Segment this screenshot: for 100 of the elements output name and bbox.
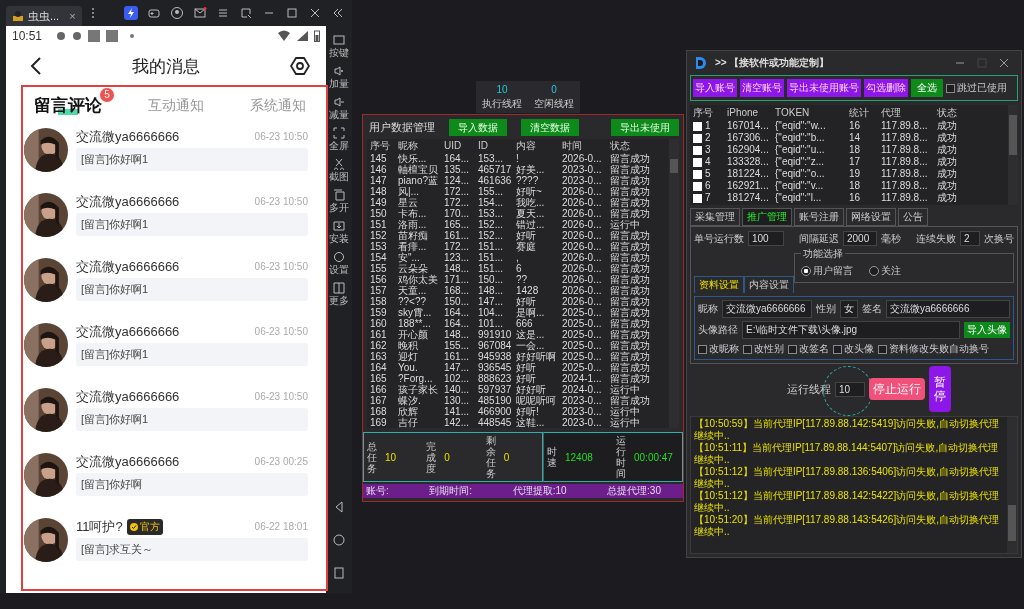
close-icon[interactable]	[997, 56, 1011, 70]
table-cell-text: 好听	[516, 373, 537, 384]
sidebar-tool[interactable]: 加量	[329, 65, 349, 89]
column-header[interactable]: ID	[478, 139, 516, 153]
input-field[interactable]: E:\临时文件下载\头像.jpg	[742, 321, 960, 339]
input-field[interactable]: 2	[960, 231, 980, 246]
row-checkbox[interactable]	[693, 157, 702, 167]
row-checkbox[interactable]	[693, 181, 702, 191]
column-header[interactable]: 内容	[516, 139, 562, 153]
input-field[interactable]: 100	[748, 231, 784, 246]
checkbox-label: 改签名	[799, 342, 829, 356]
row-checkbox[interactable]	[693, 145, 702, 155]
sidebar-tool[interactable]: 更多	[329, 282, 349, 306]
settings-icon[interactable]	[290, 56, 310, 76]
more-icon[interactable]	[90, 7, 95, 19]
checkbox[interactable]	[878, 344, 887, 354]
row-checkbox[interactable]	[693, 133, 702, 143]
maximize-icon[interactable]	[284, 6, 299, 20]
action-button[interactable]: 导入账号	[693, 79, 737, 97]
column-header[interactable]: iPhone	[727, 105, 775, 120]
radio-button[interactable]	[869, 266, 879, 276]
radio-button[interactable]	[801, 266, 811, 276]
column-header[interactable]: UID	[444, 139, 478, 153]
column-header[interactable]: 状态	[610, 139, 656, 153]
action-button[interactable]: 勾选删除	[864, 79, 908, 97]
back-icon[interactable]	[30, 56, 42, 76]
emulator-tab[interactable]: 虫虫... ×	[6, 6, 82, 26]
field-label: 运行线程	[787, 381, 831, 397]
checkbox[interactable]	[833, 344, 842, 354]
screenshot-icon[interactable]	[238, 6, 253, 20]
home-nav-icon[interactable]	[333, 534, 345, 546]
table-cell-text: 163	[369, 351, 388, 362]
close-tab-button[interactable]: ×	[69, 10, 76, 22]
user-icon[interactable]	[169, 6, 184, 20]
settings-tab[interactable]: 账号注册	[794, 208, 844, 226]
column-header[interactable]: 昵称	[398, 139, 444, 153]
table-cell-text: 151	[369, 219, 388, 230]
action-button[interactable]: 导出未使用账号	[787, 79, 861, 97]
column-header[interactable]: TOKEN	[775, 105, 849, 120]
column-header[interactable]: 状态	[937, 105, 977, 120]
unit-label: 毫秒	[881, 231, 901, 246]
back-nav-icon[interactable]	[333, 501, 345, 513]
mail-icon[interactable]	[192, 6, 207, 20]
checkbox[interactable]	[946, 83, 955, 93]
scrollbar[interactable]	[669, 139, 679, 428]
message-tab[interactable]: 留言评论	[34, 95, 102, 115]
action-button[interactable]: 清空数据	[521, 119, 579, 136]
profile-tab[interactable]: 内容设置	[744, 276, 794, 293]
settings-tab[interactable]: 采集管理	[690, 208, 740, 226]
column-header[interactable]: 代理	[881, 105, 937, 120]
sidebar-tool[interactable]: 按键	[329, 34, 349, 58]
sidebar-tool[interactable]: 全屏	[329, 127, 349, 151]
settings-tab[interactable]: 公告	[898, 208, 928, 226]
tab-title: 虫虫...	[28, 8, 60, 24]
scrollbar[interactable]	[1007, 417, 1017, 553]
row-checkbox[interactable]	[693, 121, 702, 131]
sidebar-tool[interactable]: 截图	[329, 158, 349, 182]
table-cell-text: {"eqid":"l...	[775, 192, 823, 204]
sidebar-tool[interactable]: 安装	[329, 220, 349, 244]
lightning-icon[interactable]	[123, 6, 138, 20]
stat-value: 10	[385, 451, 397, 463]
input-field[interactable]: 交流微ya6666666	[886, 300, 1010, 318]
table-cell-text: 155	[369, 263, 388, 274]
checkbox[interactable]	[788, 344, 797, 354]
column-header[interactable]: 序号	[367, 139, 398, 153]
table-cell-text: 洛雨...	[398, 219, 428, 230]
table-cell-text: 运行中	[610, 384, 640, 395]
input-field[interactable]: 10	[835, 381, 865, 397]
gamepad-icon[interactable]	[146, 6, 161, 20]
settings-tab[interactable]: 推广管理	[742, 208, 792, 226]
input-field[interactable]: 女	[840, 300, 858, 318]
sidebar-tool[interactable]: 多开	[329, 189, 349, 213]
row-checkbox[interactable]	[693, 169, 702, 179]
checkbox[interactable]	[698, 344, 707, 354]
table-cell-text: 2026-0...	[562, 263, 603, 274]
import-avatar-button[interactable]: 导入头像	[964, 322, 1010, 338]
row-checkbox[interactable]	[693, 193, 702, 203]
recents-nav-icon[interactable]	[333, 567, 345, 579]
install-icon	[333, 220, 345, 232]
sidebar-tool[interactable]: 设置	[329, 251, 349, 275]
action-button[interactable]: 清空账号	[740, 79, 784, 97]
table-cell-text: 162904...	[727, 144, 770, 156]
input-field[interactable]: 交流微ya6666666	[722, 300, 812, 318]
column-header[interactable]: 时间	[562, 139, 610, 153]
input-field[interactable]: 2000	[843, 231, 877, 246]
scrollbar[interactable]	[1008, 105, 1018, 205]
table-cell-text: 16	[849, 120, 862, 132]
pause-button[interactable]: 暂停	[929, 366, 951, 412]
sidebar-tool[interactable]: 减量	[329, 96, 349, 120]
column-header[interactable]: 统计	[849, 105, 881, 120]
table-cell-text: 147...	[478, 296, 505, 307]
checkbox[interactable]	[743, 344, 752, 354]
settings-tab[interactable]: 网络设置	[846, 208, 896, 226]
action-button[interactable]: 全选	[911, 79, 943, 97]
action-button[interactable]: 导出未使用	[611, 119, 679, 136]
column-header[interactable]: 序号	[690, 105, 727, 120]
message-preview: [留言]你好啊1	[76, 148, 308, 171]
profile-tab[interactable]: 资料设置	[694, 276, 744, 293]
action-button[interactable]: 导入数据	[449, 119, 507, 136]
radio-label: 关注	[881, 264, 901, 278]
